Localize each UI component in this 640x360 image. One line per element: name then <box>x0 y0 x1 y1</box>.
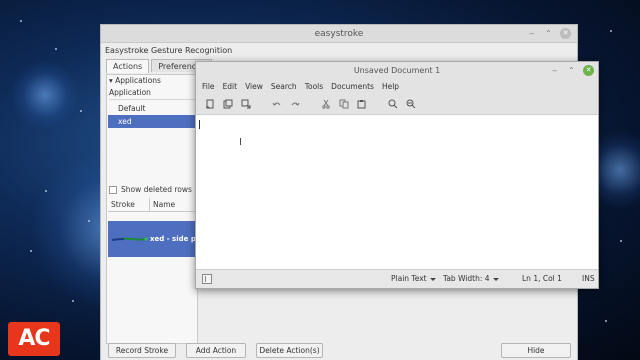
delete-action-button[interactable]: Delete Action(s) <box>256 343 323 358</box>
cut-icon[interactable] <box>320 98 331 109</box>
minimize-icon[interactable]: ‒ <box>526 28 537 39</box>
mouse-cursor-ibeam-icon: I <box>239 137 242 148</box>
stroke-action-name: xed - side pa <box>150 235 196 243</box>
paste-icon[interactable] <box>356 98 367 109</box>
close-icon[interactable]: ✕ <box>583 65 594 76</box>
application-row-xed[interactable]: xed <box>108 115 198 128</box>
redo-icon[interactable] <box>289 98 300 109</box>
open-icon[interactable] <box>222 98 233 109</box>
minimize-icon[interactable]: ‒ <box>549 65 560 76</box>
channel-logo: AC <box>8 322 60 356</box>
language-selector[interactable]: Plain Text <box>391 270 436 288</box>
menu-view[interactable]: View <box>245 80 263 93</box>
name-column-header[interactable]: Name <box>150 198 175 211</box>
applications-label: Applications <box>115 76 161 85</box>
expander-triangle-icon: ▾ <box>109 76 113 85</box>
close-icon[interactable]: ✕ <box>560 28 571 39</box>
copy-icon[interactable] <box>338 98 349 109</box>
tab-width-label: Tab Width: 4 <box>443 274 490 283</box>
maximize-icon[interactable]: ⌃ <box>543 28 554 39</box>
side-panel-toggle-icon[interactable] <box>202 274 212 284</box>
menu-bar: File Edit View Search Tools Documents He… <box>196 80 598 93</box>
application-column-header[interactable]: Application <box>109 88 197 100</box>
actions-panel: ▾ Applications Application Default xed S… <box>106 74 198 344</box>
maximize-icon[interactable]: ⌃ <box>566 65 577 76</box>
menu-edit[interactable]: Edit <box>223 80 238 93</box>
stroke-preview-icon <box>108 221 150 257</box>
save-icon[interactable] <box>240 98 251 109</box>
add-action-button[interactable]: Add Action <box>186 343 246 358</box>
easystroke-titlebar: easystroke ‒ ⌃ ✕ <box>101 25 577 43</box>
stroke-column-header[interactable]: Stroke <box>108 198 150 211</box>
show-deleted-rows-option[interactable]: Show deleted rows <box>109 185 192 194</box>
application-row-default[interactable]: Default <box>108 102 198 115</box>
easystroke-button-bar: Record Stroke Add Action Delete Action(s… <box>101 339 577 360</box>
menu-documents[interactable]: Documents <box>331 80 374 93</box>
search-icon[interactable] <box>387 98 398 109</box>
record-stroke-button[interactable]: Record Stroke <box>108 343 176 358</box>
text-editor-area[interactable]: I <box>196 116 598 270</box>
menu-help[interactable]: Help <box>382 80 399 93</box>
chevron-down-icon <box>429 277 436 281</box>
easystroke-title: easystroke <box>314 29 364 39</box>
application-list: Default xed <box>108 102 198 128</box>
undo-icon[interactable] <box>271 98 282 109</box>
language-label: Plain Text <box>391 274 427 283</box>
chevron-down-icon <box>492 277 499 281</box>
replace-icon[interactable] <box>405 98 416 109</box>
xed-window: Unsaved Document 1 ‒ ⌃ ✕ File Edit View … <box>195 61 599 289</box>
applications-expander[interactable]: ▾ Applications <box>109 76 161 85</box>
menu-search[interactable]: Search <box>271 80 297 93</box>
show-deleted-label: Show deleted rows <box>121 185 192 194</box>
table-row[interactable]: xed - side pa <box>108 221 198 257</box>
text-caret <box>199 120 200 129</box>
cursor-position: Ln 1, Col 1 <box>522 274 562 283</box>
easystroke-header: Easystroke Gesture Recognition <box>105 46 233 55</box>
toolbar <box>196 93 598 115</box>
xed-titlebar: Unsaved Document 1 ‒ ⌃ ✕ <box>196 62 598 80</box>
status-bar: Plain Text Tab Width: 4 Ln 1, Col 1 INS <box>196 269 598 288</box>
xed-title: Unsaved Document 1 <box>353 66 441 75</box>
new-icon[interactable] <box>204 98 215 109</box>
insert-mode-indicator: INS <box>582 274 595 283</box>
tab-width-selector[interactable]: Tab Width: 4 <box>443 270 499 288</box>
stroke-table: Stroke Name xed - side pa <box>108 198 198 257</box>
menu-file[interactable]: File <box>202 80 215 93</box>
show-deleted-checkbox[interactable] <box>109 185 117 194</box>
menu-tools[interactable]: Tools <box>305 80 323 93</box>
hide-button[interactable]: Hide <box>501 343 571 358</box>
tab-actions[interactable]: Actions <box>106 59 150 73</box>
